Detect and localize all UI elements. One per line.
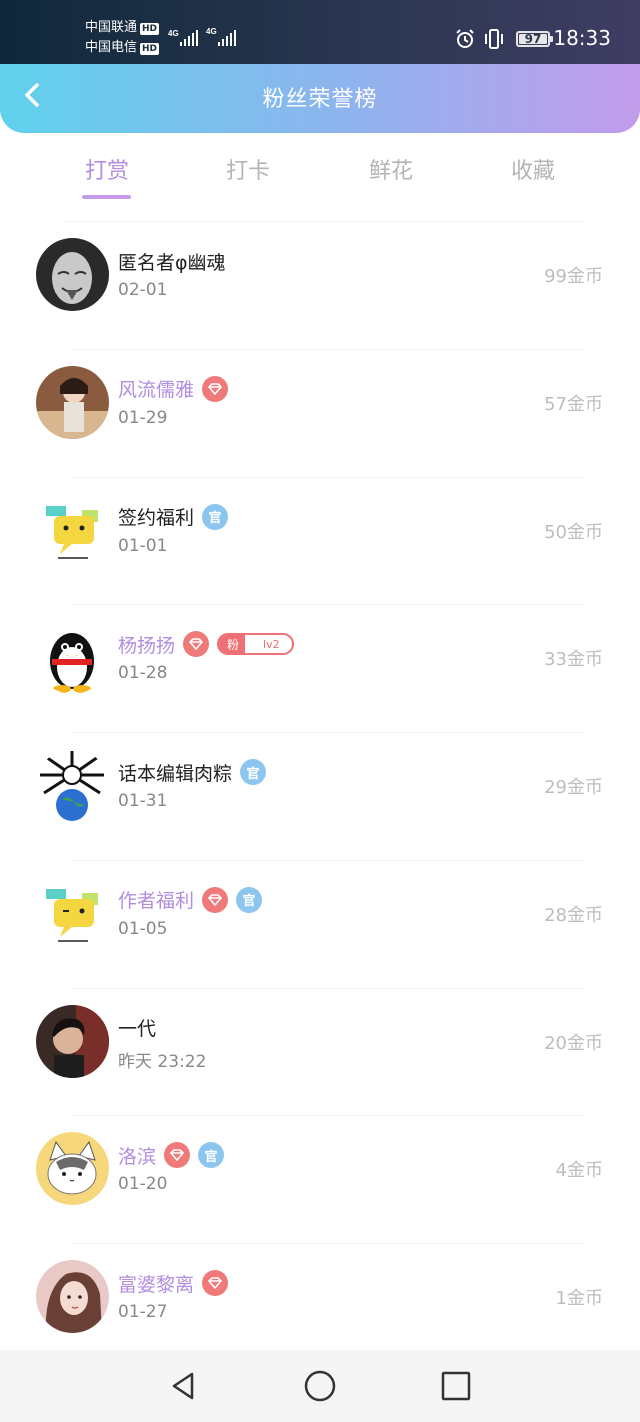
reward-date: 01-01 [118,535,168,556]
avatar[interactable] [36,493,109,567]
user-name[interactable]: 一代 [118,1014,156,1041]
avatar[interactable] [36,365,109,439]
user-name[interactable]: 匿名者φ幽魂 [118,248,226,275]
vibrate-icon [485,29,503,49]
alarm-icon [456,29,474,48]
reward-date: 01-31 [118,791,168,811]
avatar[interactable] [36,621,109,695]
reward-date: 01-05 [118,918,168,939]
vip-badge [202,1270,229,1296]
reward-date: 02-01 [118,280,168,300]
reward-date: 01-28 [118,663,168,684]
coin-amount: 20金币 [544,1032,603,1054]
reward-date: 01-27 [118,1302,168,1322]
vip-badge [183,631,210,658]
avatar[interactable] [36,1004,109,1078]
avatar[interactable] [36,1260,109,1333]
status-time: 18:33 [553,26,611,50]
header: 中国联通 HD 中国电信 HD 4G 4G 97 18:33 粉丝荣誉榜 [0,0,640,133]
list-item[interactable]: 洛滨 官 01-20 4金币 [0,1116,640,1244]
avatar[interactable] [36,876,109,950]
avatar[interactable] [36,749,109,822]
coin-amount: 33金币 [544,649,603,671]
list-item[interactable]: 作者福利 官 01-05 28金币 [0,861,640,989]
diamond-icon [189,638,203,651]
tab-favorites[interactable]: 收藏 [488,153,578,185]
coin-amount: 28金币 [544,904,603,926]
list-item[interactable]: 匿名者φ幽魂 02-01 99金币 [0,222,640,350]
reward-date: 01-20 [118,1174,168,1195]
ranking-list: 匿名者φ幽魂 02-01 99金币 风流儒雅 01-29 57金币 签约福利 官… [0,222,640,1372]
vip-badge [202,375,229,402]
official-badge: 官 [236,886,263,913]
svg-text:4G: 4G [206,27,217,36]
list-item[interactable]: 杨扬扬 粉 lv2 01-28 33金币 [0,605,640,733]
vip-badge [202,886,229,913]
list-item[interactable]: 签约福利 官 01-01 50金币 [0,478,640,606]
coin-amount: 99金币 [544,266,603,287]
user-name[interactable]: 作者福利 [118,886,194,913]
list-item[interactable]: 风流儒雅 01-29 57金币 [0,350,640,478]
coin-amount: 57金币 [544,393,603,415]
page-title: 粉丝荣誉榜 [262,87,378,112]
signal-icon: 4G [168,29,198,46]
fan-level-badge: 粉 lv2 [217,633,294,656]
nav-home-icon[interactable] [302,1368,338,1404]
avatar[interactable] [36,1132,109,1206]
tab-checkin[interactable]: 打卡 [203,153,293,185]
nav-back-icon[interactable] [166,1368,202,1404]
tab-flowers[interactable]: 鲜花 [346,153,436,185]
svg-text:4G: 4G [168,29,179,38]
nav-recents-icon[interactable] [438,1368,474,1404]
official-badge: 官 [198,1142,225,1169]
tab-active-indicator [82,195,131,199]
user-name[interactable]: 签约福利 [118,503,194,530]
official-badge: 官 [202,503,229,530]
list-item[interactable]: 一代 昨天 23:22 20金币 [0,989,640,1117]
coin-amount: 50金币 [544,521,603,543]
avatar[interactable] [36,238,109,311]
user-name[interactable]: 洛滨 [118,1142,156,1169]
coin-amount: 1金币 [555,1288,603,1309]
official-badge: 官 [240,759,267,785]
reward-date: 昨天 23:22 [118,1051,207,1072]
vip-badge [164,1142,191,1169]
diamond-icon [170,1149,184,1162]
diamond-icon [208,382,222,395]
status-bar: 中国联通 HD 中国电信 HD 4G 4G 97 18:33 [0,0,640,64]
list-item[interactable]: 话本编辑肉粽 官 01-31 29金币 [0,733,640,861]
coin-amount: 29金币 [544,777,603,798]
battery-icon: 97 [516,31,550,47]
carrier-1: 中国联通 HD [85,20,160,35]
tab-bar: 打赏 打卡 鲜花 收藏 [0,133,640,221]
diamond-icon [208,1277,222,1289]
diamond-icon [208,893,222,906]
tab-reward[interactable]: 打赏 [62,153,152,185]
coin-amount: 4金币 [555,1160,603,1182]
user-name[interactable]: 富婆黎离 [118,1270,194,1297]
signal-icon-2: 4G [206,27,236,46]
carrier-2: 中国电信 HD [85,40,160,55]
user-name[interactable]: 风流儒雅 [118,375,194,402]
user-name[interactable]: 话本编辑肉粽 [118,759,232,786]
reward-date: 01-29 [118,407,168,428]
system-nav-bar [0,1350,640,1422]
user-name[interactable]: 杨扬扬 [118,631,175,658]
